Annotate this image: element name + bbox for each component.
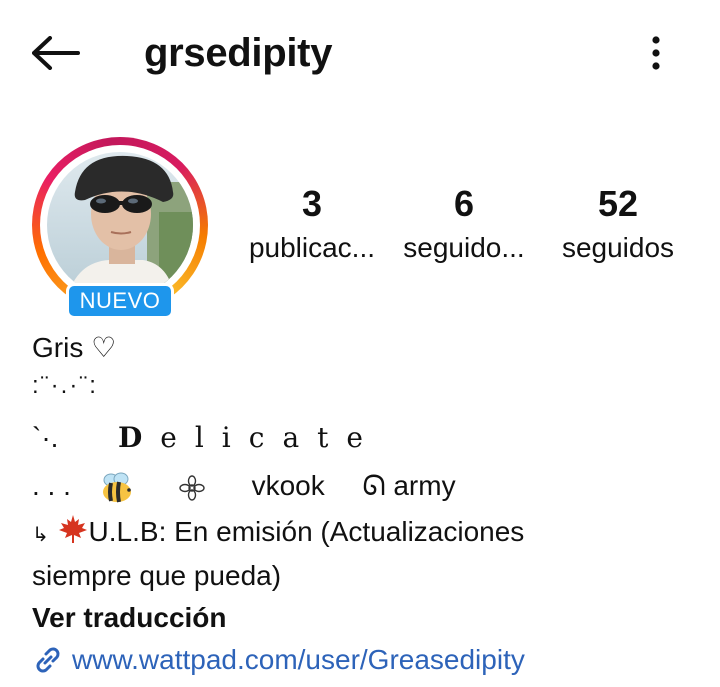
bio-tag-symbol: ᘏ xyxy=(362,469,386,502)
bio-decoration: :¨·.·¨: xyxy=(32,372,98,399)
avatar-photo xyxy=(47,152,193,298)
bio-delicate-word: Delicate xyxy=(118,421,381,454)
more-options-button[interactable] xyxy=(636,28,676,78)
bio-status-continued: siempre que pueda) xyxy=(32,560,282,591)
website-url: www.wattpad.com/user/Greasedipity xyxy=(72,644,525,675)
bio-delicate-line: `·. Delicate xyxy=(32,416,381,460)
link-icon xyxy=(36,647,60,673)
see-translation-link[interactable]: Ver traducción xyxy=(32,596,227,640)
followers-count: 6 xyxy=(453,183,475,224)
arrow-left-icon xyxy=(32,36,80,70)
back-button[interactable] xyxy=(30,30,82,76)
bio-tag-army: army xyxy=(393,470,456,501)
bio-status-text: U.L.B: En emisión (Actualizaciones xyxy=(88,516,525,547)
maple-leaf-icon xyxy=(58,515,87,543)
new-badge: NUEVO xyxy=(66,283,174,319)
followers-label: seguido... xyxy=(403,232,525,263)
following-count: 52 xyxy=(597,183,639,224)
bio-tag-vkook: vkook xyxy=(251,470,325,501)
bee-emoji-icon xyxy=(103,472,132,503)
bio-decoration-prefix: `·. xyxy=(32,422,59,453)
top-bar: grsedipity xyxy=(0,0,720,110)
flower-icon xyxy=(179,474,205,501)
bio-dots: . . . xyxy=(32,470,71,501)
profile-website-link[interactable]: www.wattpad.com/user/Greasedipity xyxy=(32,638,525,682)
posts-count: 3 xyxy=(301,183,323,224)
posts-label: publicac... xyxy=(248,232,376,263)
profile-username: grsedipity xyxy=(144,31,333,75)
stat-posts[interactable]: 3 publicac... xyxy=(238,180,386,268)
stat-followers[interactable]: 6 seguido... xyxy=(394,180,534,268)
bio-arrow: ↳ xyxy=(32,522,49,546)
bio-tags-line: . . . vkook ᘏ army xyxy=(32,464,456,508)
stat-following[interactable]: 52 seguidos xyxy=(548,180,688,268)
bio-status-line: ↳ U.L.B: En emisión (Actualizaciones xyxy=(32,510,524,556)
following-label: seguidos xyxy=(561,232,675,263)
kebab-menu-icon xyxy=(652,36,660,70)
profile-stats: 3 publicac... 6 seguido... 52 seguidos xyxy=(238,180,690,270)
